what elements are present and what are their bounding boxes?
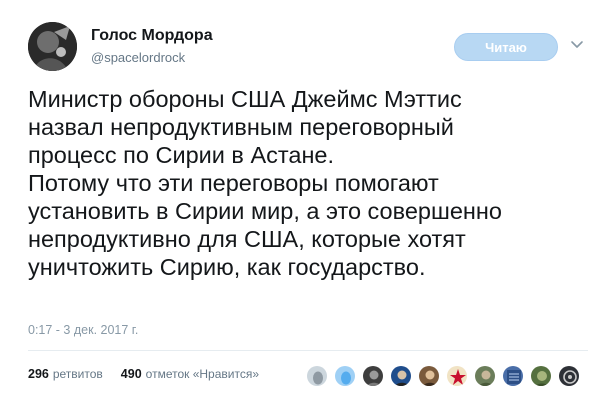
photo-avatar-icon	[559, 366, 579, 386]
likes-stat[interactable]: 490 отметок «Нравится»	[121, 367, 259, 381]
retweets-count: 296	[28, 367, 49, 381]
divider	[28, 350, 588, 351]
tweet-text-line: Потому что эти переговоры помогают	[28, 170, 439, 196]
likes-label: отметок «Нравится»	[145, 367, 260, 381]
photo-avatar-icon	[363, 366, 383, 386]
likes-count: 490	[120, 367, 142, 381]
tweet-text-line: назвал непродуктивным переговорный	[28, 114, 454, 140]
photo-avatar-icon	[503, 366, 523, 386]
author-name[interactable]: Голос Мордора	[91, 27, 213, 45]
tweet-timestamp[interactable]: 0:17 - 3 дек. 2017 г.	[28, 323, 138, 337]
following-button-label: Читаю	[485, 39, 527, 55]
retweets-label: ретвитов	[52, 367, 103, 381]
liker-avatar[interactable]	[474, 365, 496, 387]
photo-avatar-icon	[391, 366, 411, 386]
following-button[interactable]: Читаю	[454, 33, 558, 61]
liker-avatar[interactable]	[502, 365, 524, 387]
author-handle[interactable]: @spacelordrock	[91, 50, 185, 65]
likers-avatars	[306, 363, 586, 389]
tweet-text: Министр обороны США Джеймс Мэттис назвал…	[28, 85, 603, 281]
photo-avatar-icon	[419, 366, 439, 386]
tweet-stats: 296 ретвитов 490 отметок «Нравится»	[28, 361, 277, 387]
chevron-down-icon[interactable]	[569, 36, 585, 52]
photo-avatar-icon	[475, 366, 495, 386]
liker-avatar[interactable]	[558, 365, 580, 387]
red-star-avatar-icon	[447, 366, 467, 386]
liker-avatar[interactable]	[418, 365, 440, 387]
author-photo-icon	[28, 22, 77, 71]
default-egg-avatar-icon	[307, 366, 327, 386]
tweet-text-line: уничтожить Сирию, как государство.	[28, 254, 426, 280]
tweet-text-line: установить в Сирии мир, а это совершенно	[28, 198, 502, 224]
liker-avatar[interactable]	[306, 365, 328, 387]
liker-avatar[interactable]	[446, 365, 468, 387]
liker-avatar[interactable]	[390, 365, 412, 387]
tweet-text-line: процесс по Сирии в Астане.	[28, 142, 335, 168]
tweet-text-line: Министр обороны США Джеймс Мэттис	[28, 86, 462, 112]
retweets-stat[interactable]: 296 ретвитов	[28, 367, 103, 381]
author-avatar[interactable]	[28, 22, 77, 71]
photo-avatar-icon	[531, 366, 551, 386]
tweet-card: Голос Мордора @spacelordrock Читаю Минис…	[0, 0, 613, 408]
blue-egg-avatar-icon	[335, 366, 355, 386]
tweet-text-line: непродуктивно для США, которые хотят	[28, 226, 466, 252]
liker-avatar[interactable]	[530, 365, 552, 387]
liker-avatar[interactable]	[362, 365, 384, 387]
liker-avatar[interactable]	[334, 365, 356, 387]
